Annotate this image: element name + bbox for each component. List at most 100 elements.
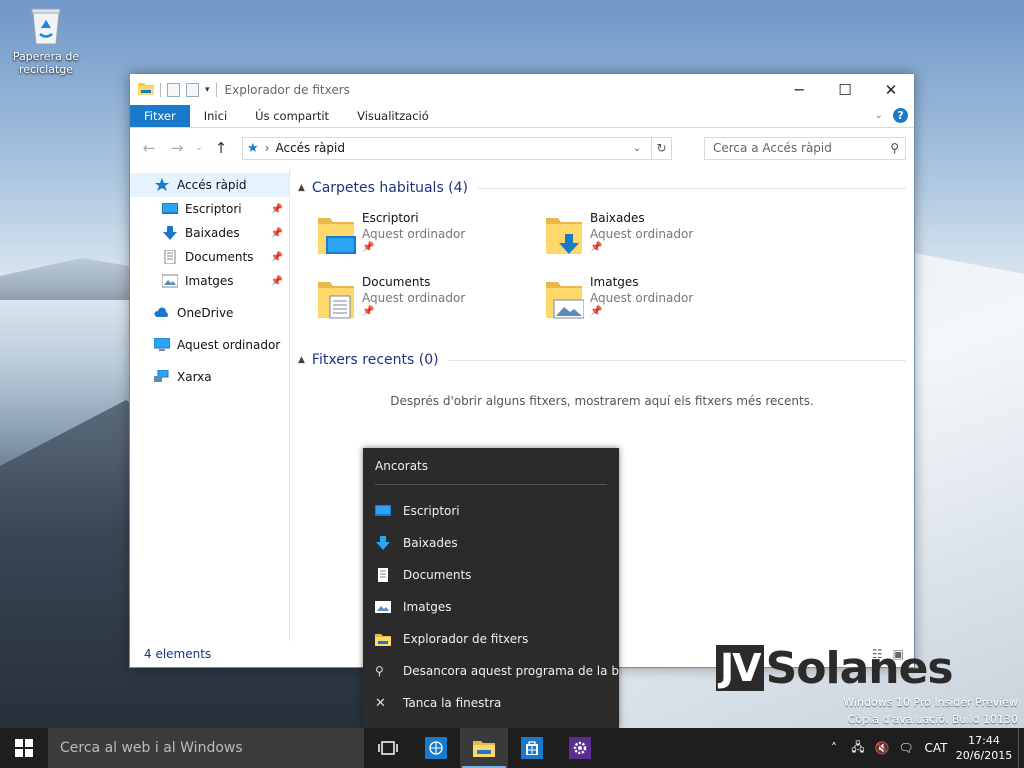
desktop-folder-icon: [318, 218, 356, 254]
gear-icon: [569, 737, 591, 759]
action-center-icon[interactable]: 🗨: [894, 741, 918, 755]
show-hidden-icons-chevron-icon[interactable]: ˄: [822, 741, 846, 755]
sidebar-item-downloads[interactable]: Baixades 📌: [130, 221, 289, 245]
network-icon[interactable]: 🖧: [846, 738, 870, 759]
sidebar-item-this-pc[interactable]: Aquest ordinador: [130, 333, 289, 357]
document-icon: [164, 250, 176, 264]
jump-item-label: Imatges: [403, 600, 452, 614]
jump-item-pictures[interactable]: Imatges: [363, 591, 619, 623]
tab-home[interactable]: Inici: [190, 105, 241, 127]
new-folder-icon[interactable]: [186, 82, 199, 97]
tab-view[interactable]: Visualització: [343, 105, 443, 127]
input-language[interactable]: CAT: [918, 741, 954, 755]
clock[interactable]: 17:44 20/6/2015: [954, 733, 1014, 763]
folder-tile-documents[interactable]: Documents Aquest ordinador 📌: [316, 274, 544, 326]
breadcrumb[interactable]: Accés ràpid: [275, 141, 345, 155]
show-desktop-button[interactable]: [1018, 728, 1024, 768]
recycle-bin-shortcut[interactable]: Paperera de reciclatge: [8, 6, 84, 76]
tab-file[interactable]: Fitxer: [130, 105, 190, 127]
customize-toolbar-chevron-icon[interactable]: ▾: [205, 85, 210, 95]
folder-tile-pictures[interactable]: Imatges Aquest ordinador 📌: [544, 274, 772, 326]
back-arrow-icon[interactable]: ←: [138, 139, 160, 157]
folder-icon: [375, 634, 391, 646]
forward-arrow-icon[interactable]: →: [166, 139, 188, 157]
pin-icon[interactable]: 📌: [271, 228, 283, 239]
jump-item-documents[interactable]: Documents: [363, 559, 619, 591]
start-button[interactable]: [0, 728, 48, 768]
folder-name: Imatges: [590, 275, 639, 289]
maximize-button[interactable]: ☐: [822, 74, 868, 105]
task-view-icon: [378, 741, 398, 755]
unpin-icon: ⚲: [375, 664, 384, 678]
pin-icon[interactable]: 📌: [271, 252, 283, 263]
volume-muted-icon[interactable]: 🔇: [870, 741, 894, 755]
breadcrumb-separator-icon: ›: [264, 141, 270, 155]
up-arrow-icon[interactable]: ↑: [210, 139, 232, 157]
globe-icon: [425, 737, 447, 759]
close-icon: ✕: [375, 696, 386, 711]
desktop-icon: [162, 203, 178, 214]
ribbon-controls: ⌄ ?: [875, 108, 908, 123]
sidebar-item-pictures[interactable]: Imatges 📌: [130, 269, 289, 293]
recent-empty-message: Després d'obrir alguns fitxers, mostrare…: [390, 394, 814, 408]
minimize-button[interactable]: ─: [776, 74, 822, 105]
help-icon[interactable]: ?: [893, 108, 908, 123]
jump-item-downloads[interactable]: Baixades: [363, 527, 619, 559]
watermark-line: Còpia d'avaluació. Build 10130: [847, 713, 1018, 726]
folder-tile-desktop[interactable]: Escriptori Aquest ordinador 📌: [316, 210, 544, 262]
sidebar-item-label: Aquest ordinador: [177, 338, 281, 352]
sidebar-item-quick-access[interactable]: Accés ràpid: [130, 173, 289, 197]
divider: [375, 484, 607, 485]
pin-icon[interactable]: 📌: [271, 204, 283, 215]
refresh-icon[interactable]: ↻: [651, 137, 671, 159]
pin-icon: 📌: [362, 242, 375, 253]
logo-text: Solanes: [765, 642, 954, 694]
task-view-button[interactable]: [364, 728, 412, 768]
jump-item-close-window[interactable]: ✕ Tanca la finestra: [363, 687, 619, 719]
star-icon: [155, 178, 169, 191]
address-dropdown-chevron-icon[interactable]: ⌄: [629, 143, 645, 154]
pictures-folder-icon: [546, 282, 584, 319]
pin-icon[interactable]: 📌: [271, 276, 283, 287]
jump-item-file-explorer[interactable]: Explorador de fitxers: [363, 623, 619, 655]
file-explorer-taskbar-button[interactable]: [460, 728, 508, 768]
taskbar-search-input[interactable]: Cerca al web i al Windows: [48, 728, 364, 768]
jump-item-unpin[interactable]: ⚲ Desancora aquest programa de la ba: [363, 655, 619, 687]
jump-item-label: Tanca la finestra: [403, 696, 502, 710]
frequent-folders-header[interactable]: ▲ Carpetes habituals (4): [298, 176, 906, 200]
sidebar-item-label: Xarxa: [177, 370, 212, 384]
toolbar-separator: [215, 82, 217, 97]
sidebar-item-network[interactable]: Xarxa: [130, 365, 289, 389]
sidebar-item-label: OneDrive: [177, 306, 234, 320]
collapse-chevron-icon[interactable]: ▲: [298, 183, 305, 193]
search-input[interactable]: Cerca a Accés ràpid ⚲: [704, 136, 906, 160]
evaluation-watermark: Windows 10 Pro Insider Preview Còpia d'a…: [843, 694, 1018, 728]
expand-ribbon-chevron-icon[interactable]: ⌄: [875, 110, 883, 121]
pin-icon: 📌: [362, 306, 375, 317]
properties-icon[interactable]: [167, 82, 180, 97]
sidebar-item-label: Imatges: [185, 274, 234, 288]
folder-icon[interactable]: [138, 81, 154, 98]
folder-icon: [473, 741, 495, 757]
folder-tile-downloads[interactable]: Baixades Aquest ordinador 📌: [544, 210, 772, 262]
cloud-icon: [154, 307, 168, 317]
store-button[interactable]: [508, 728, 556, 768]
settings-button[interactable]: [556, 728, 604, 768]
sidebar-item-desktop[interactable]: Escriptori 📌: [130, 197, 289, 221]
sidebar-item-documents[interactable]: Documents 📌: [130, 245, 289, 269]
address-bar[interactable]: ★ › Accés ràpid ⌄ ↻: [242, 136, 672, 160]
folder-location: Aquest ordinador: [590, 227, 694, 241]
collapse-chevron-icon[interactable]: ▲: [298, 355, 305, 365]
recent-locations-chevron-icon[interactable]: ⌄: [194, 143, 204, 153]
jump-item-label: Desancora aquest programa de la ba: [403, 664, 619, 678]
tab-share[interactable]: Ús compartit: [241, 105, 343, 127]
taskbar: Cerca al web i al Windows ˄ 🖧 🔇 🗨 CAT 17…: [0, 728, 1024, 768]
close-button[interactable]: ✕: [868, 74, 914, 105]
navigation-pane: Accés ràpid Escriptori 📌 Baixades 📌 Docu…: [130, 168, 290, 641]
recent-files-header[interactable]: ▲ Fitxers recents (0): [298, 348, 906, 372]
edge-browser-button[interactable]: [412, 728, 460, 768]
jump-item-desktop[interactable]: Escriptori: [363, 495, 619, 527]
sidebar-item-onedrive[interactable]: OneDrive: [130, 301, 289, 325]
quick-access-toolbar: ▾: [138, 81, 217, 98]
sidebar-item-label: Accés ràpid: [177, 178, 247, 192]
